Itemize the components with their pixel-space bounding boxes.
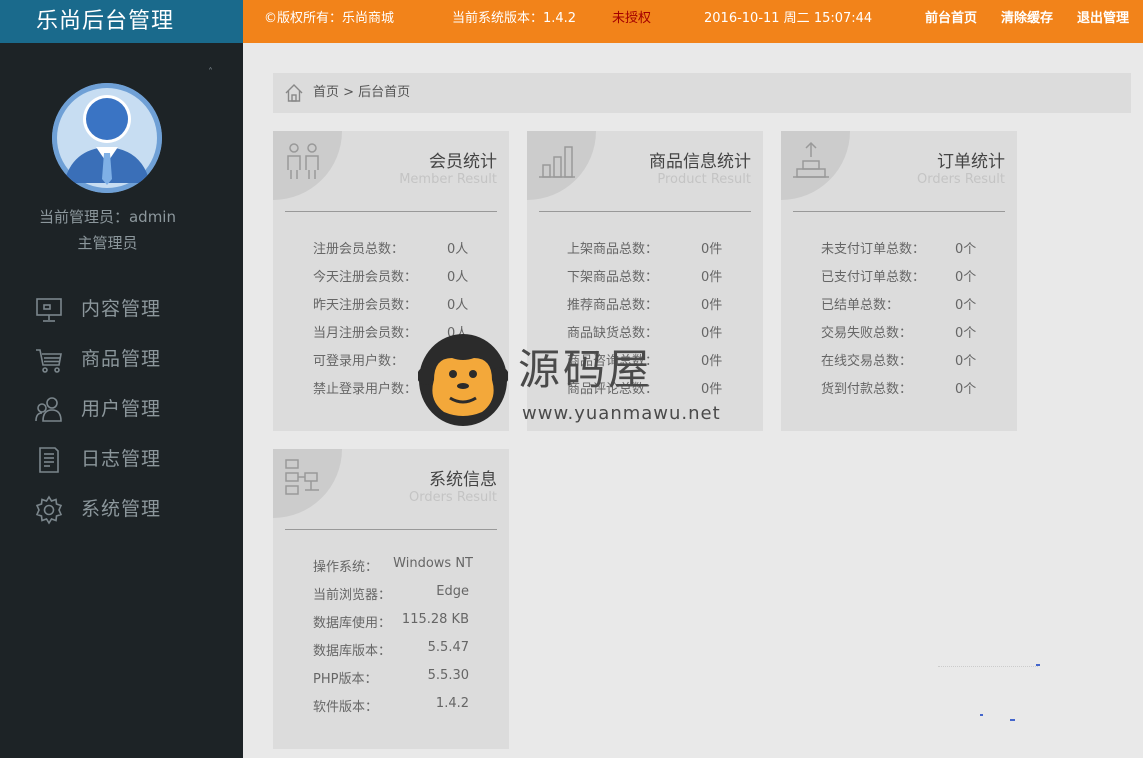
sidebar-item-label: 系统管理: [81, 498, 162, 520]
users-icon: [34, 395, 64, 425]
divider: [285, 211, 497, 212]
admin-role: 主管理员: [77, 234, 138, 252]
sidebar-item-label: 内容管理: [81, 298, 162, 320]
info-row: 数据库版本： 5.5.47: [313, 640, 469, 659]
info-row: 数据库使用： 115.28 KB: [313, 612, 469, 631]
frontend-home-link[interactable]: 前台首页: [925, 0, 977, 38]
orders-icon: [793, 141, 829, 178]
card-subtitle: Member Result: [399, 172, 497, 187]
breadcrumb: 首页 > 后台首页: [273, 73, 1131, 113]
orders-stats-card: 订单统计 Orders Result 未支付订单总数： 0个 已支付订单总数： 0个…: [781, 131, 1017, 431]
logout-link[interactable]: 退出管理: [1077, 0, 1129, 38]
sidebar-item-products[interactable]: 商品管理: [34, 343, 224, 375]
gear-icon: [34, 495, 64, 525]
document-icon: [34, 445, 64, 475]
copyright-text: ©版权所有：乐尚商城: [264, 11, 395, 26]
monitor-icon: [34, 295, 64, 325]
breadcrumb-path: 首页 > 后台首页: [313, 85, 411, 100]
watermark-text: 源码屋: [518, 345, 654, 394]
system-info-card: 系统信息 Orders Result 操作系统： Windows NT 当前浏览器…: [273, 449, 509, 749]
info-row: 当前浏览器： Edge: [313, 584, 469, 603]
app-title: 乐尚后台管理: [0, 0, 243, 43]
members-icon: [287, 143, 319, 179]
divider: [285, 529, 497, 530]
sidebar: ˄ 当前管理员：admin 主管理员 内容管理 商品管理 用户管理 日志管理 系…: [0, 43, 243, 758]
info-row: 软件版本： 1.4.2: [313, 696, 469, 715]
cart-icon: [34, 345, 64, 375]
card-title: 商品信息统计: [649, 152, 751, 172]
sidebar-item-system[interactable]: 系统管理: [34, 493, 224, 525]
info-row: 操作系统： Windows NT: [313, 556, 473, 575]
card-subtitle: Orders Result: [916, 172, 1005, 187]
sitemap-icon: [285, 459, 319, 495]
sidebar-item-label: 日志管理: [81, 448, 162, 470]
sidebar-item-label: 商品管理: [81, 348, 162, 370]
monkey-logo-icon: [417, 328, 509, 428]
version-text: 当前系统版本：1.4.2: [452, 11, 577, 26]
watermark-url: www.yuanmawu.net: [522, 403, 721, 424]
top-bar: ©版权所有：乐尚商城 当前系统版本：1.4.2 未授权 2016-10-11 周…: [243, 0, 1143, 43]
card-title: 订单统计: [937, 152, 1005, 172]
info-row: PHP版本： 5.5.30: [313, 668, 469, 687]
sidebar-item-label: 用户管理: [81, 398, 162, 420]
sidebar-item-content[interactable]: 内容管理: [34, 293, 224, 325]
card-title: 会员统计: [429, 152, 497, 172]
avatar: [52, 83, 162, 193]
datetime-text: 2016-10-11 周二 15:07:44: [704, 11, 873, 26]
divider: [539, 211, 751, 212]
sidebar-item-users[interactable]: 用户管理: [34, 393, 224, 425]
card-subtitle: Product Result: [657, 172, 751, 187]
home-icon[interactable]: [284, 83, 304, 107]
collapse-icon[interactable]: ˄: [208, 67, 213, 78]
clear-cache-link[interactable]: 清除缓存: [1001, 0, 1053, 38]
current-admin: 当前管理员：admin: [38, 208, 176, 226]
license-status: 未授权: [612, 11, 652, 26]
card-subtitle: Orders Result: [408, 490, 497, 505]
bar-chart-icon: [539, 146, 575, 178]
sidebar-item-logs[interactable]: 日志管理: [34, 443, 224, 475]
divider: [793, 211, 1005, 212]
card-title: 系统信息: [429, 470, 497, 490]
